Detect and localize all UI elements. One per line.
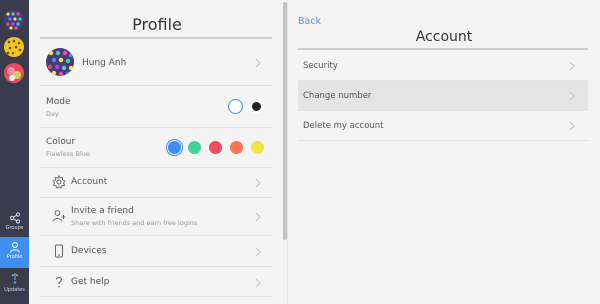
nav-updates-label: Updates (4, 287, 25, 293)
menu-devices-label: Devices (71, 246, 107, 256)
user-avatar[interactable] (46, 48, 74, 76)
chevron-right-icon (254, 247, 262, 257)
gear-icon (52, 175, 66, 189)
group-avatar-1[interactable] (4, 10, 24, 30)
nav-profile-label: Profile (6, 254, 23, 260)
menu-account-label: Account (71, 177, 108, 187)
menu-invite-sub: Share with friends and earn free logins (71, 219, 198, 227)
menu-invite[interactable] (40, 198, 272, 236)
chevron-right-icon (568, 121, 576, 131)
profile-title-underline (40, 37, 272, 39)
colour-swatch-blue[interactable] (166, 139, 183, 156)
add-user-icon (52, 210, 66, 222)
updates-icon (11, 273, 18, 284)
nav-profile[interactable]: Profile (0, 237, 29, 268)
account-item-label: Security (303, 61, 338, 71)
colour-label: Colour (46, 137, 76, 147)
phone-icon (55, 244, 63, 258)
account-item-label: Change number (303, 91, 372, 101)
chevron-right-icon (254, 178, 262, 188)
menu-help-label: Get help (71, 277, 110, 287)
account-item-label: Delete my account (303, 121, 384, 131)
chevron-right-icon (254, 278, 262, 288)
side-nav-rail: Groups Profile Updates (0, 0, 29, 304)
mode-night-option[interactable] (249, 99, 264, 114)
account-panel (288, 0, 600, 304)
chevron-right-icon (568, 91, 576, 101)
profile-user-row[interactable] (40, 40, 272, 86)
back-link[interactable]: Back (298, 16, 321, 27)
user-name: Hung Anh (82, 58, 127, 68)
nav-updates[interactable]: Updates (0, 268, 29, 299)
mode-day-option[interactable] (228, 99, 243, 114)
group-avatar-3[interactable] (4, 63, 24, 83)
account-item-security[interactable]: Security (298, 51, 588, 81)
chevron-right-icon (254, 212, 262, 222)
share-icon (9, 212, 20, 224)
account-item-delete[interactable]: Delete my account (298, 111, 588, 141)
mode-value: Day (46, 110, 59, 118)
question-icon (55, 277, 63, 288)
nav-groups-label: Groups (5, 225, 24, 231)
account-title: Account (415, 29, 473, 45)
user-icon (9, 242, 20, 253)
profile-title: Profile (132, 15, 182, 34)
account-item-change-number[interactable]: Change number (298, 81, 588, 111)
colour-swatch-yellow[interactable] (251, 141, 264, 154)
chevron-right-icon (254, 58, 262, 68)
mode-label: Mode (46, 97, 71, 107)
account-title-underline (298, 48, 588, 50)
colour-swatch-green[interactable] (188, 141, 201, 154)
chevron-right-icon (568, 61, 576, 71)
menu-invite-label: Invite a friend (71, 206, 134, 216)
colour-swatch-red[interactable] (209, 141, 222, 154)
colour-value: Flawless Blue (46, 150, 90, 158)
nav-groups[interactable]: Groups (0, 208, 29, 239)
colour-swatch-orange[interactable] (230, 141, 243, 154)
group-avatar-2[interactable] (4, 37, 24, 57)
